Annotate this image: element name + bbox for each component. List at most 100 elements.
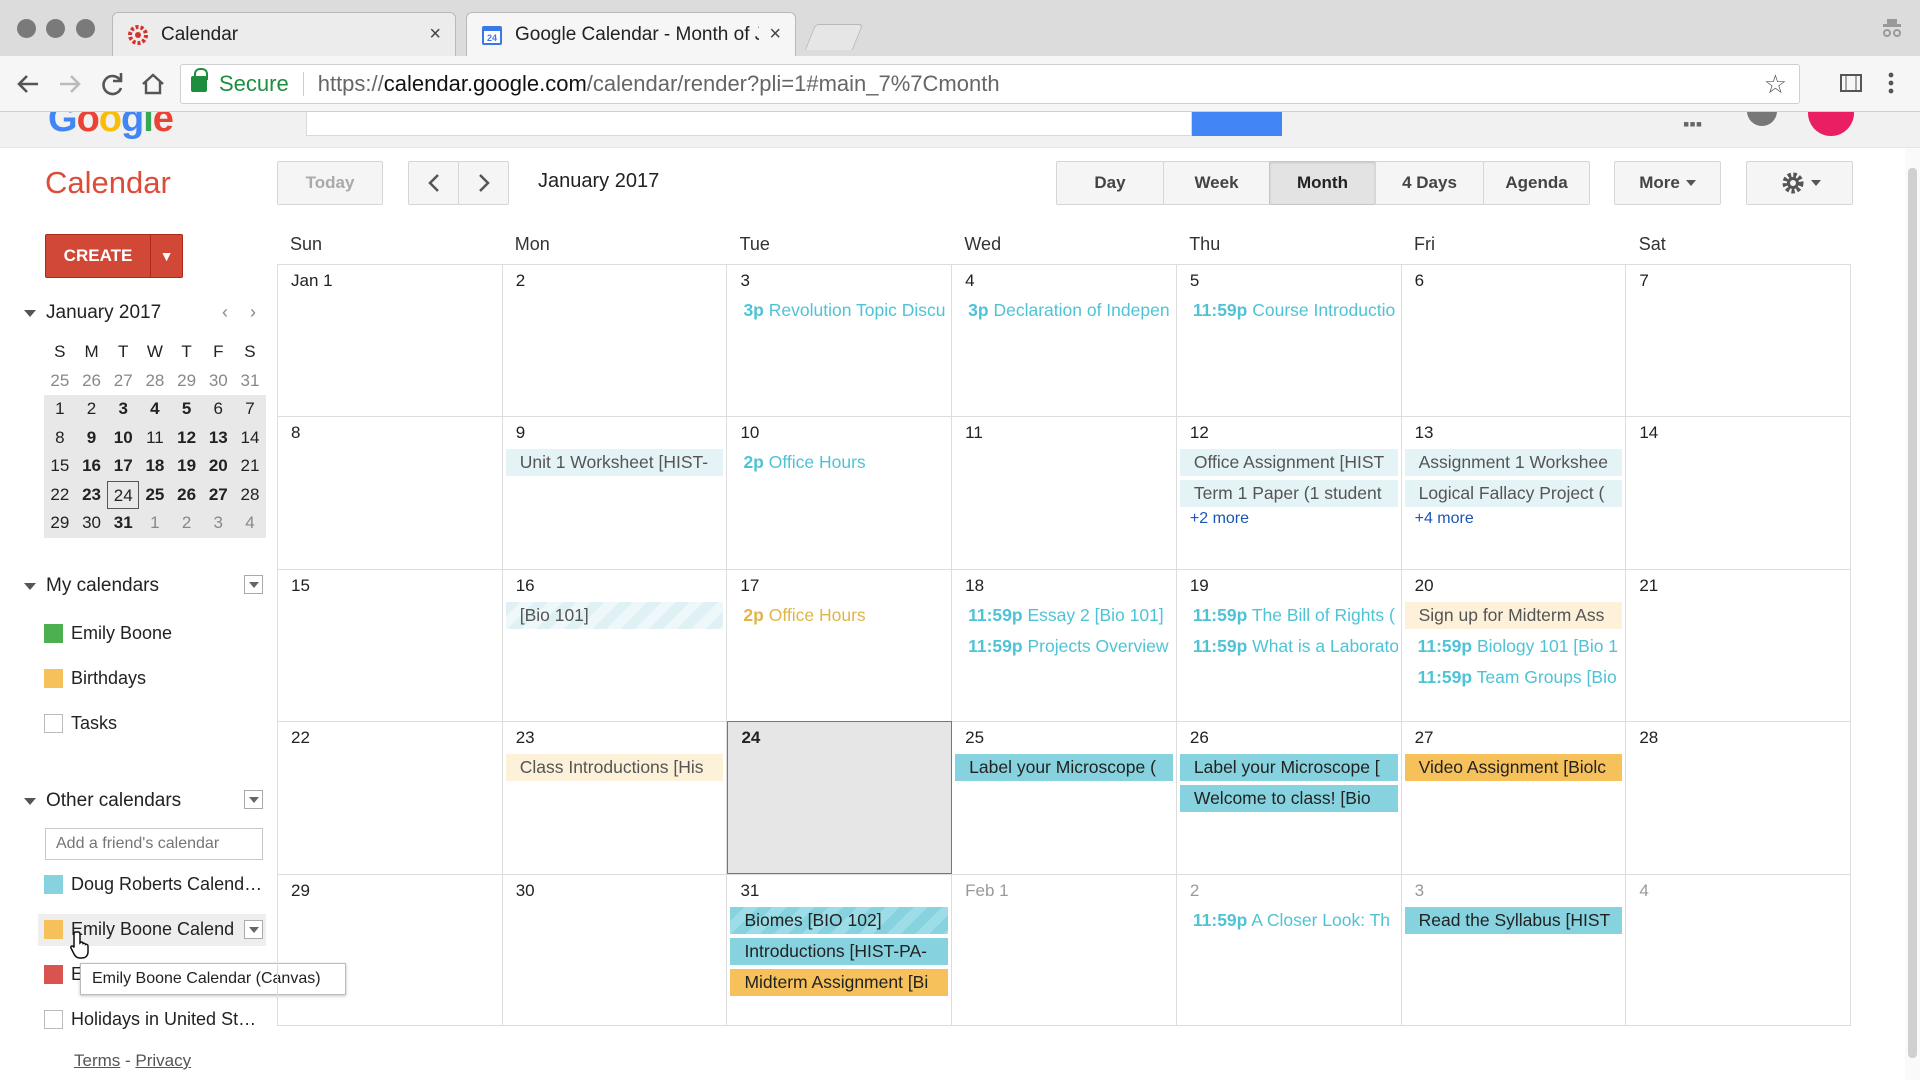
more-events-link[interactable]: +4 more (1402, 509, 1626, 529)
day-number[interactable]: 14 (1626, 423, 1850, 445)
day-cell[interactable]: 30 (502, 873, 728, 1026)
calendar-color-swatch[interactable] (44, 919, 63, 939)
terms-link[interactable]: Terms (74, 1051, 120, 1070)
other-calendars-menu-button[interactable] (244, 790, 263, 809)
day-cell[interactable]: 2 (502, 264, 728, 417)
mini-calendar-day[interactable]: 16 (76, 452, 108, 481)
day-number[interactable]: 4 (952, 271, 1176, 293)
day-cell[interactable]: 27 Video Assignment [Biolc (1401, 721, 1627, 874)
day-number[interactable]: 19 (1177, 576, 1401, 598)
day-cell-today[interactable]: 24 (727, 721, 953, 874)
day-cell[interactable]: Jan 1 (278, 264, 503, 417)
mini-calendar-day[interactable]: 29 (44, 509, 76, 538)
day-number[interactable]: Jan 1 (278, 271, 502, 293)
day-cell[interactable]: 29 (278, 873, 503, 1026)
back-arrow-icon[interactable] (12, 68, 44, 100)
window-zoom-button[interactable] (76, 19, 95, 38)
day-cell[interactable]: 28 (1626, 721, 1852, 874)
event-chip[interactable]: 11:59p Biology 101 [Bio 1 (1405, 633, 1623, 660)
event-chip[interactable]: 2p Office Hours (730, 602, 948, 629)
day-number[interactable]: 27 (1402, 728, 1626, 750)
mini-calendar-day[interactable]: 15 (44, 452, 76, 481)
day-cell[interactable]: 21 (1626, 568, 1852, 722)
day-cell[interactable]: 19 11:59p The Bill of Rights (11:59p What… (1176, 568, 1402, 722)
day-number[interactable]: 23 (503, 728, 727, 750)
mini-calendar-day[interactable]: 26 (76, 367, 108, 396)
day-number[interactable]: 20 (1402, 576, 1626, 598)
mini-calendar-day[interactable]: 27 (107, 367, 139, 396)
mini-calendar-header[interactable]: January 2017 (24, 302, 161, 324)
mini-calendar-day[interactable]: 19 (171, 452, 203, 481)
day-cell[interactable]: 5 11:59p Course Introductio (1176, 264, 1402, 417)
mini-calendar-day[interactable]: 25 (44, 367, 76, 396)
event-chip[interactable]: Biomes [BIO 102] (730, 906, 949, 934)
mini-calendar-day[interactable]: 22 (44, 481, 76, 510)
event-chip[interactable]: Label your Microscope [ (1179, 754, 1398, 782)
view-week-button[interactable]: Week (1163, 161, 1270, 205)
event-chip[interactable]: 11:59p The Bill of Rights ( (1180, 602, 1398, 629)
event-chip[interactable]: Read the Syllabus [HIST (1404, 906, 1623, 934)
my-calendars-header[interactable]: My calendars (24, 575, 159, 597)
google-logo[interactable]: Google (48, 112, 174, 141)
event-chip[interactable]: Assignment 1 Workshee (1404, 449, 1623, 477)
mini-calendar-day[interactable]: 25 (139, 481, 171, 510)
bookmark-star-icon[interactable]: ☆ (1764, 69, 1787, 100)
day-cell[interactable]: 26 Label your Microscope [Welcome to clas… (1176, 721, 1402, 874)
day-cell[interactable]: 3 Read the Syllabus [HIST (1401, 873, 1627, 1026)
event-chip[interactable]: 11:59p Essay 2 [Bio 101] (955, 602, 1173, 629)
day-number[interactable]: 5 (1177, 271, 1401, 293)
event-chip[interactable]: Midterm Assignment [Bi (730, 968, 949, 996)
mini-calendar-day[interactable]: 4 (139, 395, 171, 424)
calendar-color-swatch[interactable] (44, 1009, 63, 1029)
next-period-button[interactable] (458, 161, 509, 205)
mini-calendar-day[interactable]: 29 (171, 367, 203, 396)
collapse-caret-icon[interactable] (24, 582, 36, 590)
day-cell[interactable]: 15 (278, 568, 503, 722)
google-search-button[interactable] (1192, 112, 1282, 136)
event-chip[interactable]: 2p Office Hours (730, 449, 948, 476)
calendar-item-menu-button[interactable] (244, 920, 263, 939)
event-chip[interactable]: 3p Revolution Topic Discu (730, 297, 948, 324)
create-event-button[interactable]: CREATE ▼ (45, 234, 183, 278)
day-cell[interactable]: 14 (1626, 416, 1852, 569)
mini-calendar-day[interactable]: 3 (107, 395, 139, 424)
mini-calendar-day[interactable]: 2 (171, 509, 203, 538)
calendar-color-swatch[interactable] (44, 623, 63, 643)
day-cell[interactable]: 9 Unit 1 Worksheet [HIST- (502, 416, 728, 569)
event-chip[interactable]: Class Introductions [His (505, 754, 724, 782)
avatar[interactable] (1808, 112, 1854, 136)
calendar-color-swatch[interactable] (44, 964, 63, 984)
browser-menu-icon[interactable] (1885, 70, 1897, 96)
day-cell[interactable]: 17 2p Office Hours (727, 568, 953, 722)
mini-calendar-day[interactable]: 21 (234, 452, 266, 481)
view-month-button[interactable]: Month (1269, 161, 1376, 205)
day-number[interactable]: 6 (1402, 271, 1626, 293)
day-number[interactable]: 3 (727, 271, 951, 293)
event-chip[interactable]: 11:59p Team Groups [Bio (1405, 664, 1623, 691)
day-number[interactable]: 24 (728, 728, 951, 750)
mini-calendar-day[interactable]: 1 (44, 395, 76, 424)
mini-calendar-day[interactable]: 30 (76, 509, 108, 538)
day-cell[interactable]: 31 Biomes [BIO 102] Introductions [HIST-PA… (727, 873, 953, 1026)
day-cell[interactable]: 10 2p Office Hours (727, 416, 953, 569)
event-chip[interactable]: 3p Declaration of Indepen (955, 297, 1173, 324)
mini-calendar-day[interactable]: 18 (139, 452, 171, 481)
day-cell[interactable]: 18 11:59p Essay 2 [Bio 101] 11:59p Project… (952, 568, 1177, 722)
day-number[interactable]: Feb 1 (952, 881, 1176, 903)
settings-button[interactable] (1746, 161, 1853, 205)
day-cell[interactable]: 12 Office Assignment [HIST Term 1 Paper (1… (1176, 416, 1402, 569)
day-number[interactable]: 2 (503, 271, 727, 293)
mini-calendar-day[interactable]: 23 (76, 481, 108, 510)
view-day-button[interactable]: Day (1056, 161, 1164, 205)
google-search-input[interactable] (306, 112, 1192, 136)
mini-calendar-day[interactable]: 9 (76, 424, 108, 453)
day-cell[interactable]: 3 3p Revolution Topic Discu (727, 264, 953, 417)
day-number[interactable]: 28 (1626, 728, 1850, 750)
mini-calendar-day[interactable]: 3 (202, 509, 234, 538)
mini-calendar-today[interactable]: 24 (107, 480, 140, 509)
day-number[interactable]: 9 (503, 423, 727, 445)
mini-calendar-day[interactable]: 7 (234, 395, 266, 424)
mini-calendar-day[interactable]: 26 (171, 481, 203, 510)
day-number[interactable]: 25 (952, 728, 1176, 750)
day-cell[interactable]: 2 11:59p A Closer Look: Th (1176, 873, 1402, 1026)
